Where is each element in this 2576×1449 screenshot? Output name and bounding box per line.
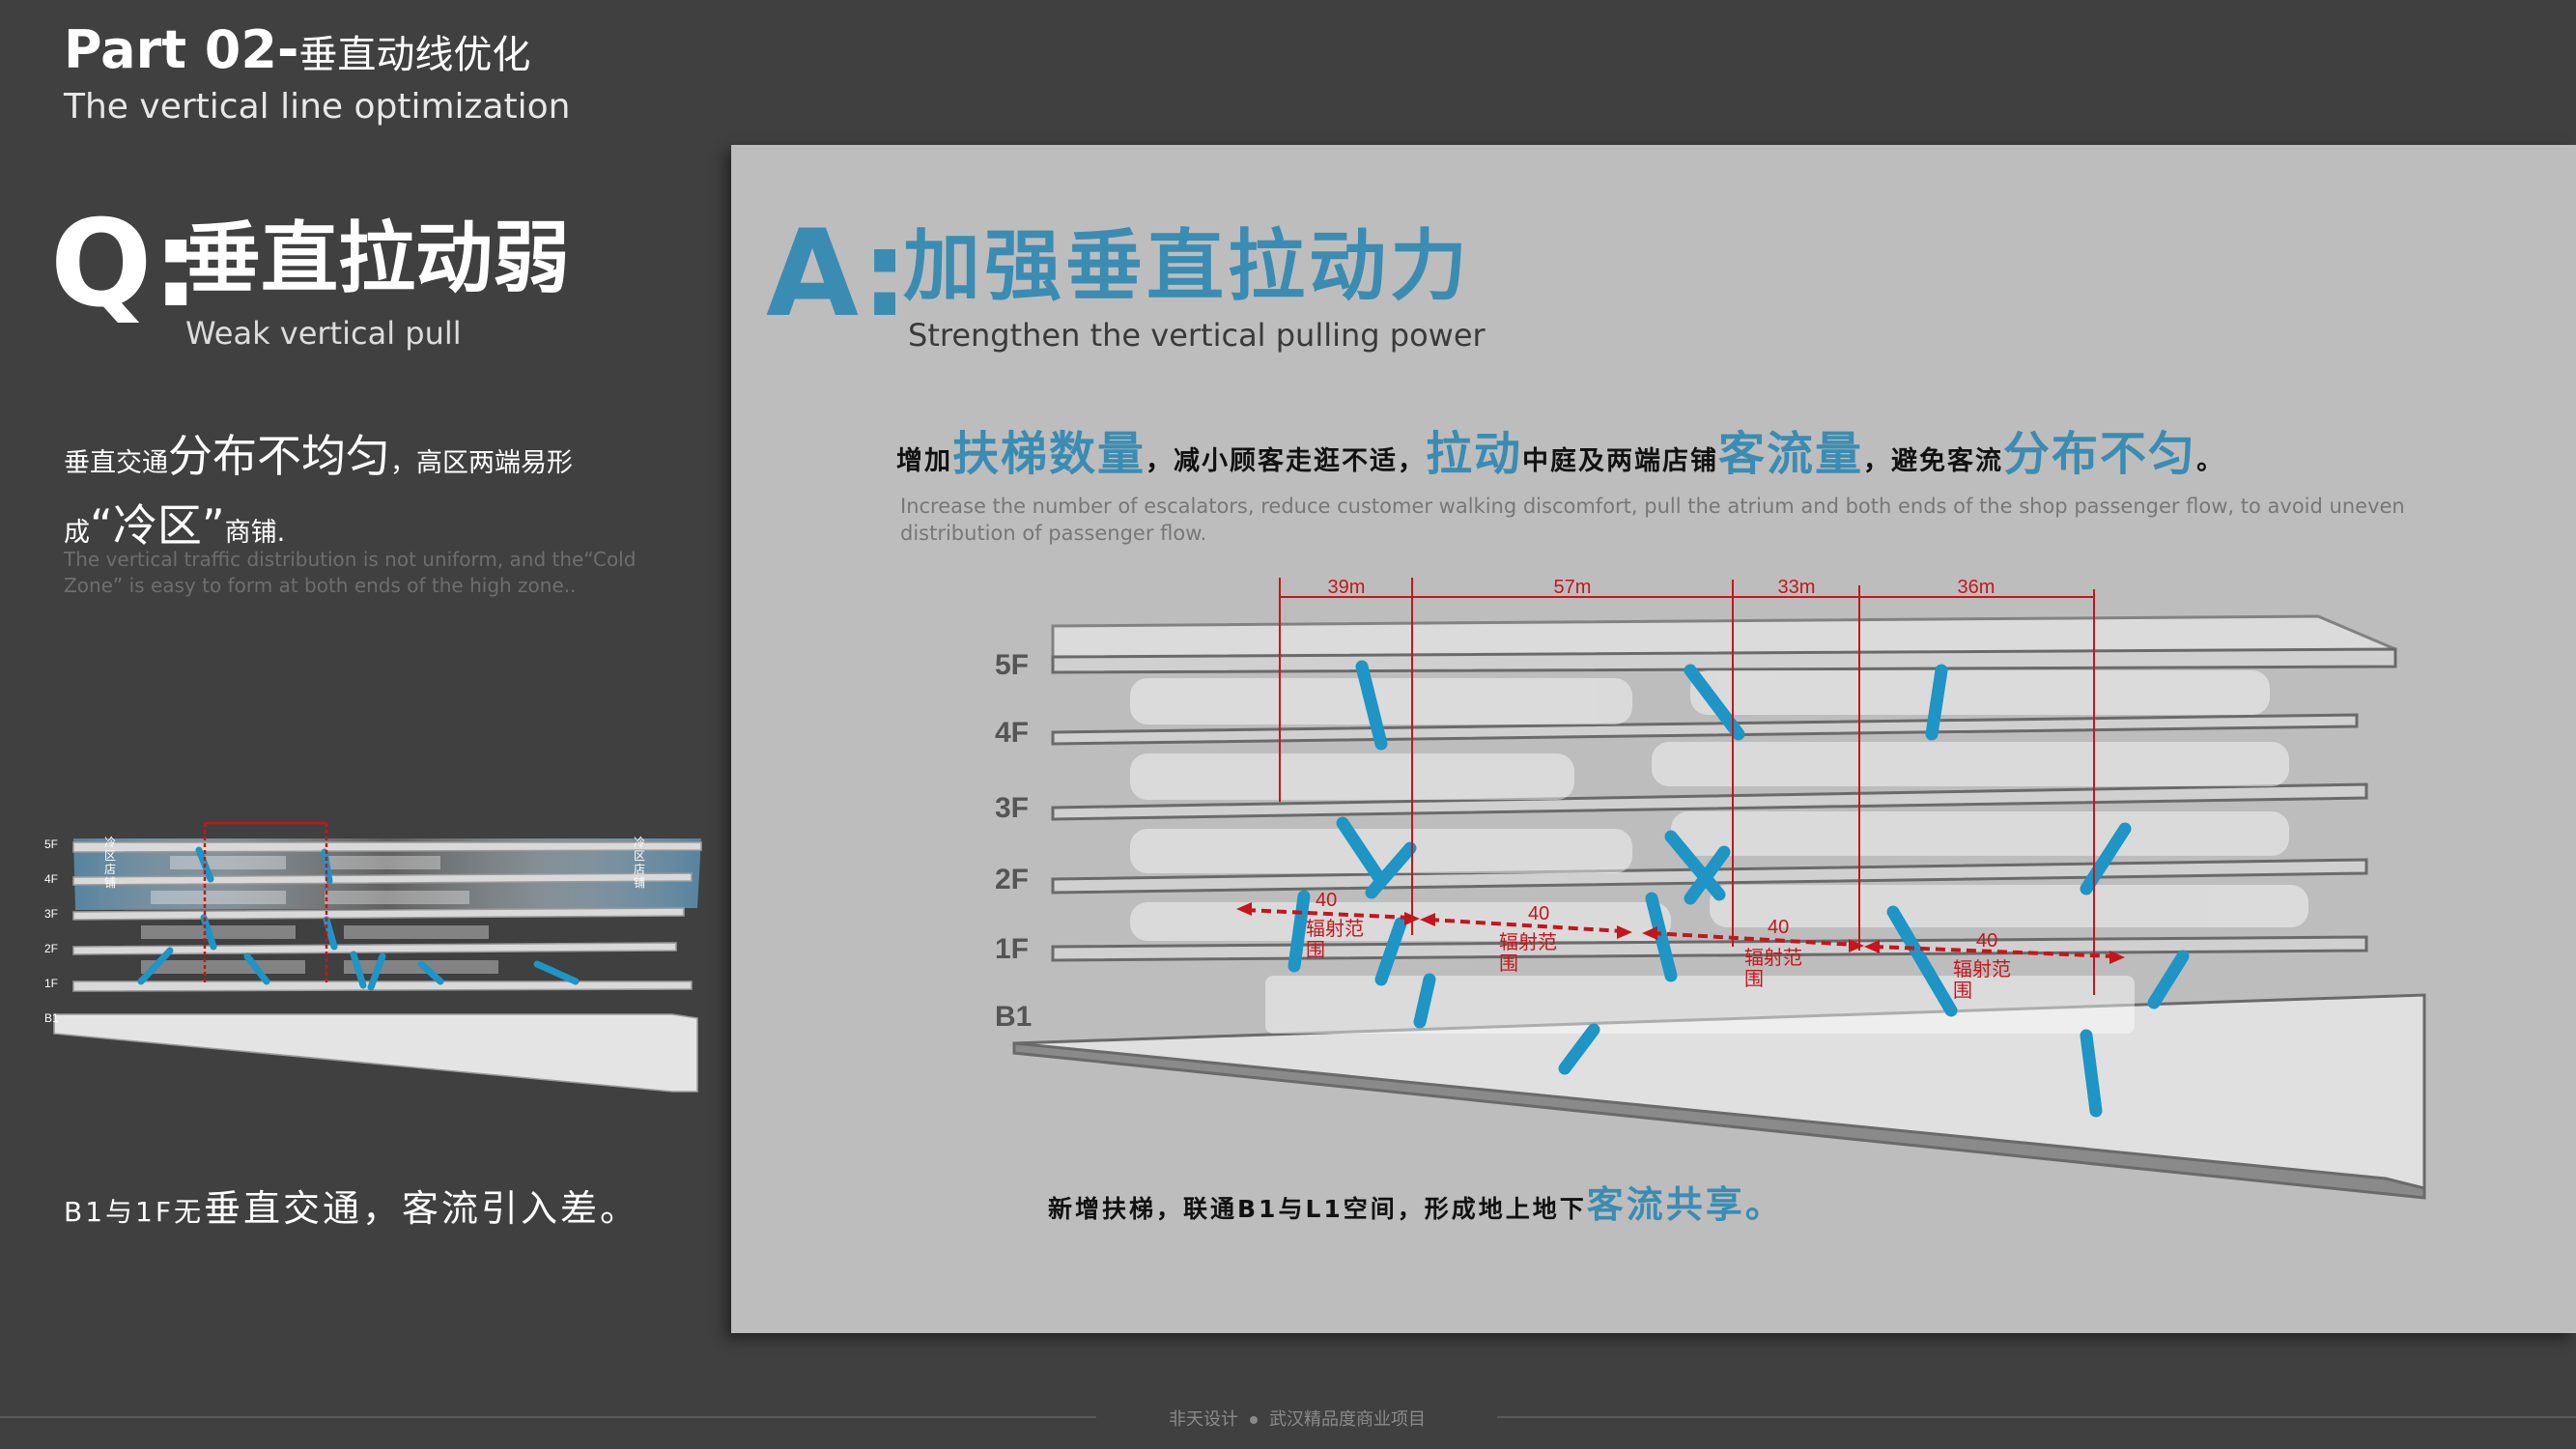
cold-zone-label-left: 冷区店铺: [104, 836, 116, 890]
a-floor-label: 2F: [995, 864, 1029, 895]
q-line1-c: ，高区两端易形: [390, 448, 573, 478]
a-floor-label: 3F: [995, 792, 1029, 824]
question-subtitle: Weak vertical pull: [185, 315, 462, 352]
footer-project: 武汉精品度商业项目: [1269, 1409, 1426, 1430]
answer-bottom-note: 新增扶梯，联通B1与L1空间，形成地上地下客流共享。: [1048, 1175, 1785, 1228]
question-line-1: 垂直交通分布不均匀，高区两端易形: [64, 421, 573, 485]
q-floor-label: 1F: [44, 977, 58, 990]
floor-labels: 5F 4F 3F 2F 1F B1: [44, 838, 59, 1025]
radius-value: 40: [1976, 930, 1997, 952]
question-line-2: 成“冷区”商铺.: [64, 491, 285, 554]
footer: 非天设计 武汉精品度商业项目: [1169, 1406, 1426, 1431]
spacing-label: 57m: [1554, 577, 1592, 598]
a-line-b4: 分布不匀: [2003, 427, 2197, 481]
a-floor-label: 5F: [995, 649, 1029, 681]
a-line-p2: ，减小顾客走逛不适，: [1146, 446, 1427, 476]
q-floor-label: 5F: [44, 838, 58, 851]
q-line2-b: “冷区”: [90, 499, 225, 552]
answer-subtitle: Strengthen the vertical pulling power: [908, 317, 1486, 354]
section-title: Part 02-垂直动线优化: [64, 19, 530, 80]
radius-label: 辐射范围: [1499, 931, 1557, 975]
a-bottom-a: 新增扶梯，联通B1与L1空间，形成地上地下: [1048, 1195, 1587, 1223]
answer-statement: 增加扶梯数量，减小顾客走逛不适，拉动中庭及两端店铺客流量，避免客流分布不匀。: [896, 415, 2224, 483]
q-bottom-b: 垂直交通，客流引入差。: [203, 1187, 639, 1230]
footer-brand: 非天设计: [1169, 1409, 1238, 1430]
section-title-cn: 垂直动线优化: [298, 33, 531, 77]
q-bottom-a: B1与1F无: [64, 1196, 204, 1228]
a-line-p1: 增加: [896, 446, 952, 476]
section-subtitle: The vertical line optimization: [64, 87, 571, 127]
a-line-p5: 。: [2196, 446, 2225, 476]
q-line1-a: 垂直交通: [64, 448, 168, 478]
radius-value: 40: [1316, 890, 1337, 911]
spacing-label: 36m: [1958, 577, 1996, 598]
q-line2-a: 成: [64, 518, 90, 548]
footer-divider-left: [0, 1416, 1096, 1418]
question-title: 垂直拉动弱: [184, 213, 570, 303]
current-section-diagram: 5F 4F 3F 2F 1F B1 冷区店铺 冷区店铺: [44, 821, 702, 1093]
q-floor-label: 2F: [44, 942, 58, 955]
answer-title: 加强垂直拉动力: [903, 221, 1471, 311]
section-title-en: Part 02-: [64, 19, 299, 80]
a-floor-label: B1: [995, 1001, 1032, 1033]
q-floor-label: B1: [44, 1011, 59, 1025]
a-line-p4: ，避免客流: [1863, 446, 2004, 476]
spacing-label: 33m: [1778, 577, 1816, 598]
a-line-b3: 客流量: [1718, 427, 1864, 481]
floor-labels: 5F 4F 3F 2F 1F B1: [995, 649, 1032, 1033]
cold-zone-label-right: 冷区店铺: [634, 836, 645, 890]
a-floor-label: 1F: [995, 933, 1029, 965]
a-line-p3: 中庭及两端店铺: [1522, 446, 1719, 476]
answer-description-en: Increase the number of escalators, reduc…: [900, 495, 2405, 545]
question-bottom-note: B1与1F无垂直交通，客流引入差。: [64, 1179, 639, 1232]
spacing-labels: 39m 57m 33m 36m: [1328, 577, 1996, 598]
q-line1-b: 分布不均匀: [168, 430, 390, 482]
optimized-section-diagram: 39m 57m 33m 36m 40 40 40 40 辐射范围 辐射范围 辐射…: [995, 577, 2426, 1200]
q-floor-label: 3F: [44, 907, 58, 921]
footer-dot: [1250, 1416, 1258, 1424]
answer-letter: A:: [766, 205, 909, 344]
q-floor-label: 4F: [44, 872, 58, 886]
question-letter: Q:: [50, 195, 200, 334]
a-line-b1: 扶梯数量: [952, 427, 1146, 481]
q-line2-c: 商铺.: [224, 518, 286, 548]
a-floor-label: 4F: [995, 717, 1029, 749]
question-description-en: The vertical traffic distribution is not…: [64, 548, 637, 597]
a-bottom-b: 客流共享。: [1586, 1183, 1785, 1226]
radius-value: 40: [1528, 903, 1549, 924]
spacing-label: 39m: [1328, 577, 1366, 598]
footer-divider-right: [1497, 1416, 2576, 1418]
radius-value: 40: [1768, 917, 1789, 938]
a-line-b2: 拉动: [1426, 427, 1523, 481]
